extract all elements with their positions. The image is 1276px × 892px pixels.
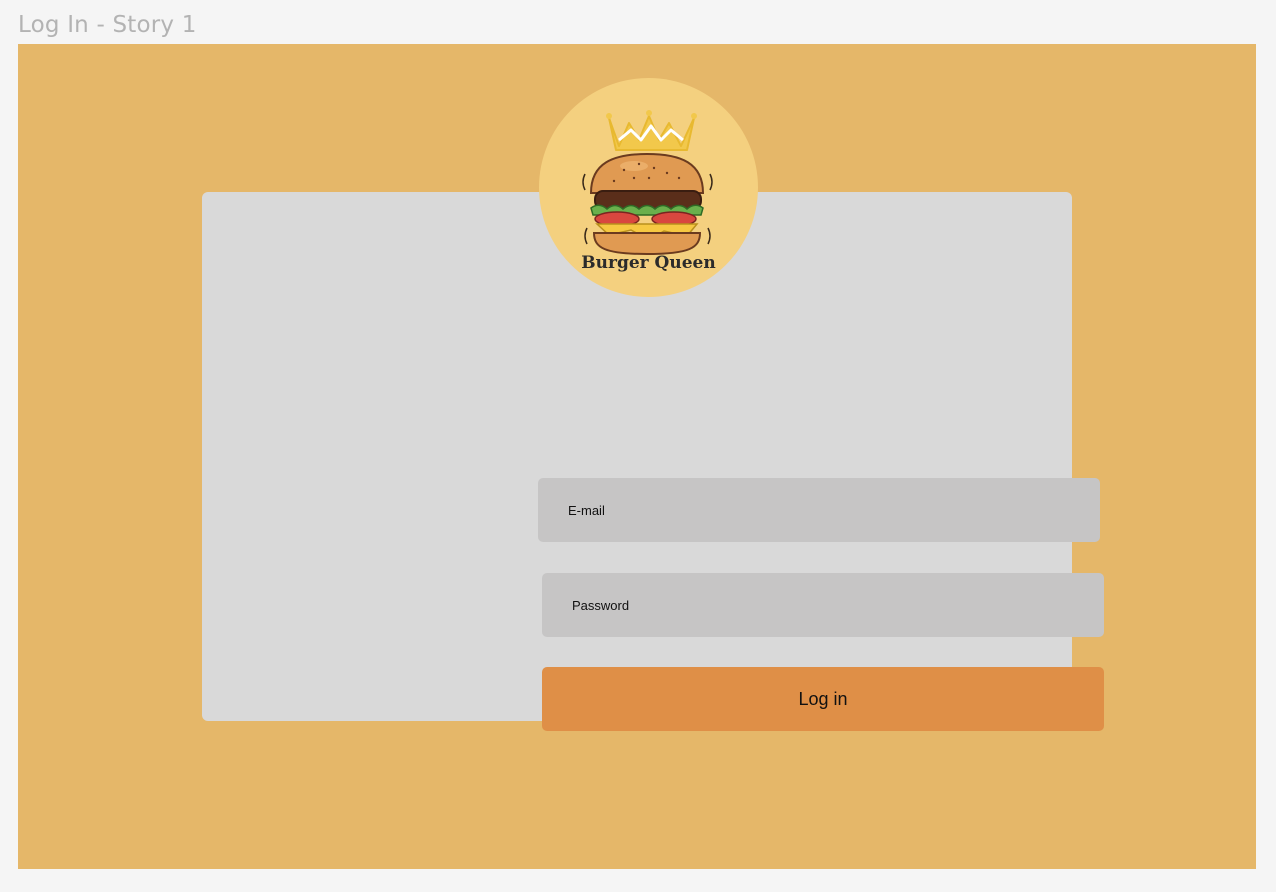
login-frame: Log in (18, 44, 1256, 869)
login-button[interactable]: Log in (542, 667, 1104, 731)
brand-logo: Burger Queen (539, 78, 758, 297)
email-field[interactable] (538, 478, 1100, 542)
password-field[interactable] (542, 573, 1104, 637)
burger-icon (582, 152, 713, 256)
brand-name: Burger Queen (581, 253, 716, 273)
frame-title: Log In - Story 1 (18, 12, 197, 38)
crown-icon (606, 110, 697, 151)
